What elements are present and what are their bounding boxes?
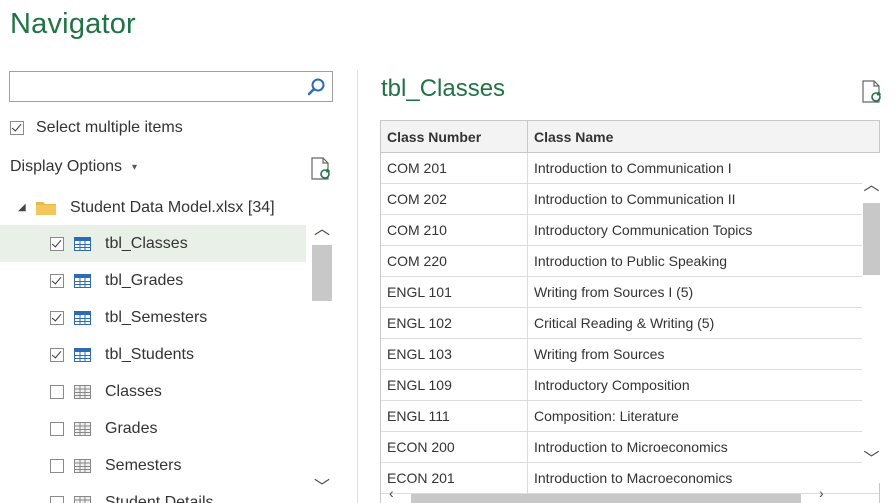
tree-item-tbl-semesters[interactable]: tbl_Semesters	[0, 299, 306, 336]
tree-item-tbl-classes[interactable]: tbl_Classes	[0, 225, 306, 262]
tree-item-label: tbl_Semesters	[105, 308, 208, 326]
tree-item-tbl-grades[interactable]: tbl_Grades	[0, 262, 306, 299]
cell-class-name: Writing from Sources	[534, 346, 665, 362]
table-icon	[74, 347, 91, 362]
preview-title: tbl_Classes	[381, 75, 506, 102]
table-icon	[74, 236, 91, 251]
tree-item-label: Student Details	[105, 493, 214, 503]
tree-scrollbar[interactable]: ︿ ﹀	[309, 205, 335, 503]
refresh-document-icon[interactable]	[861, 80, 883, 104]
table-row: COM 220 Introduction to Public Speaking	[381, 246, 879, 277]
tree-item-label: tbl_Grades	[105, 271, 184, 289]
checkbox[interactable]	[50, 495, 64, 503]
navigator-tree: ◢ Student Data Model.xlsx [34] tbl_Class…	[0, 185, 336, 503]
tree-root-label: Student Data Model.xlsx [34]	[70, 198, 275, 216]
tree-item-semesters[interactable]: Semesters	[0, 447, 306, 484]
tree-item-label: Classes	[105, 382, 162, 400]
search-input[interactable]	[9, 71, 333, 102]
cell-class-name: Introductory Composition	[534, 377, 690, 393]
cell-class-number: COM 201	[381, 153, 528, 183]
tree-item-label: Grades	[105, 419, 158, 437]
navigator-title: Navigator	[10, 8, 136, 40]
select-multiple-items-checkbox[interactable]: Select multiple items	[10, 119, 183, 137]
tree-item-grades[interactable]: Grades	[0, 410, 306, 447]
cell-class-number: COM 210	[381, 215, 528, 245]
refresh-document-icon[interactable]	[310, 157, 332, 181]
tree-item-label: tbl_Students	[105, 345, 194, 363]
cell-class-number: ENGL 111	[381, 401, 528, 431]
display-options-dropdown[interactable]: Display Options ▾	[10, 158, 137, 176]
tree-item-classes[interactable]: Classes	[0, 373, 306, 410]
tree-item-tbl-students[interactable]: tbl_Students	[0, 336, 306, 373]
table-row: COM 210 Introductory Communication Topics	[381, 215, 879, 246]
expand-triangle-icon[interactable]: ◢	[18, 202, 26, 213]
table-row: ECON 200 Introduction to Microeconomics	[381, 432, 879, 463]
cell-class-number: ENGL 109	[381, 370, 528, 400]
pane-divider	[357, 70, 358, 503]
table-row: ENGL 109 Introductory Composition	[381, 370, 879, 401]
chevron-down-icon: ▾	[132, 161, 138, 173]
cell-class-name: Composition: Literature	[534, 408, 679, 424]
checkbox[interactable]	[50, 310, 64, 325]
checkbox[interactable]	[50, 384, 64, 399]
checkbox[interactable]	[50, 273, 64, 288]
table-row: COM 201 Introduction to Communication I	[381, 153, 879, 184]
sheet-icon	[74, 458, 91, 473]
chevron-up-icon[interactable]: ︿	[312, 215, 332, 238]
cell-class-name: Writing from Sources I (5)	[534, 284, 694, 300]
cell-class-number: COM 220	[381, 246, 528, 276]
table-icon	[74, 273, 91, 288]
chevron-down-icon[interactable]: ﹀	[312, 473, 332, 496]
table-body: COM 201 Introduction to Communication I CO…	[381, 153, 879, 494]
sheet-icon	[74, 384, 91, 399]
cell-class-name: Introduction to Public Speaking	[534, 253, 728, 269]
scrollbar-thumb[interactable]	[411, 494, 801, 503]
checkbox[interactable]	[10, 121, 24, 135]
tree-item-label: tbl_Classes	[105, 234, 188, 252]
checkbox[interactable]	[50, 347, 64, 362]
cell-class-number: COM 202	[381, 184, 528, 214]
table-icon	[74, 310, 91, 325]
table-row: ENGL 102 Critical Reading & Writing (5)	[381, 308, 879, 339]
scrollbar-thumb[interactable]	[312, 245, 332, 301]
checkbox[interactable]	[50, 421, 64, 436]
column-header[interactable]: Class Name	[528, 121, 863, 152]
chevron-right-icon[interactable]: ›	[819, 485, 824, 501]
select-multiple-items-label: Select multiple items	[36, 119, 183, 136]
display-options-label: Display Options	[10, 158, 123, 175]
tree-item-student-details[interactable]: Student Details	[0, 484, 306, 503]
cell-class-name: Introduction to Microeconomics	[534, 439, 728, 455]
chevron-down-icon[interactable]: ﹀	[862, 445, 881, 468]
preview-horizontal-scrollbar[interactable]: ‹ ›	[381, 485, 861, 503]
search-icon[interactable]	[306, 77, 326, 97]
tree-root-workbook[interactable]: ◢ Student Data Model.xlsx [34]	[0, 189, 306, 226]
table-row: COM 202 Introduction to Communication II	[381, 184, 879, 215]
checkbox[interactable]	[50, 236, 64, 251]
cell-class-number: ENGL 102	[381, 308, 528, 338]
preview-table: Class Number Class Name COM 201 Introduct…	[380, 120, 880, 503]
sheet-icon	[74, 495, 91, 503]
cell-class-number: ENGL 101	[381, 277, 528, 307]
cell-class-number: ENGL 103	[381, 339, 528, 369]
tree-item-label: Semesters	[105, 456, 182, 474]
table-row: ENGL 103 Writing from Sources	[381, 339, 879, 370]
cell-class-number: ECON 200	[381, 432, 528, 462]
table-header: Class Number Class Name	[381, 121, 879, 153]
cell-class-name: Critical Reading & Writing (5)	[534, 315, 715, 331]
table-row: ENGL 111 Composition: Literature	[381, 401, 879, 432]
sheet-icon	[74, 421, 91, 436]
cell-class-name: Introductory Communication Topics	[534, 222, 753, 238]
column-header[interactable]: Class Number	[381, 121, 528, 152]
preview-vertical-scrollbar[interactable]: ︿ ﹀	[862, 153, 881, 483]
scrollbar-thumb[interactable]	[863, 203, 880, 275]
folder-icon	[36, 201, 56, 215]
table-row: ENGL 101 Writing from Sources I (5)	[381, 277, 879, 308]
cell-class-name: Introduction to Communication I	[534, 160, 732, 176]
cell-class-name: Introduction to Communication II	[534, 191, 736, 207]
chevron-up-icon[interactable]: ︿	[862, 171, 881, 194]
chevron-left-icon[interactable]: ‹	[389, 485, 394, 501]
checkbox[interactable]	[50, 458, 64, 473]
